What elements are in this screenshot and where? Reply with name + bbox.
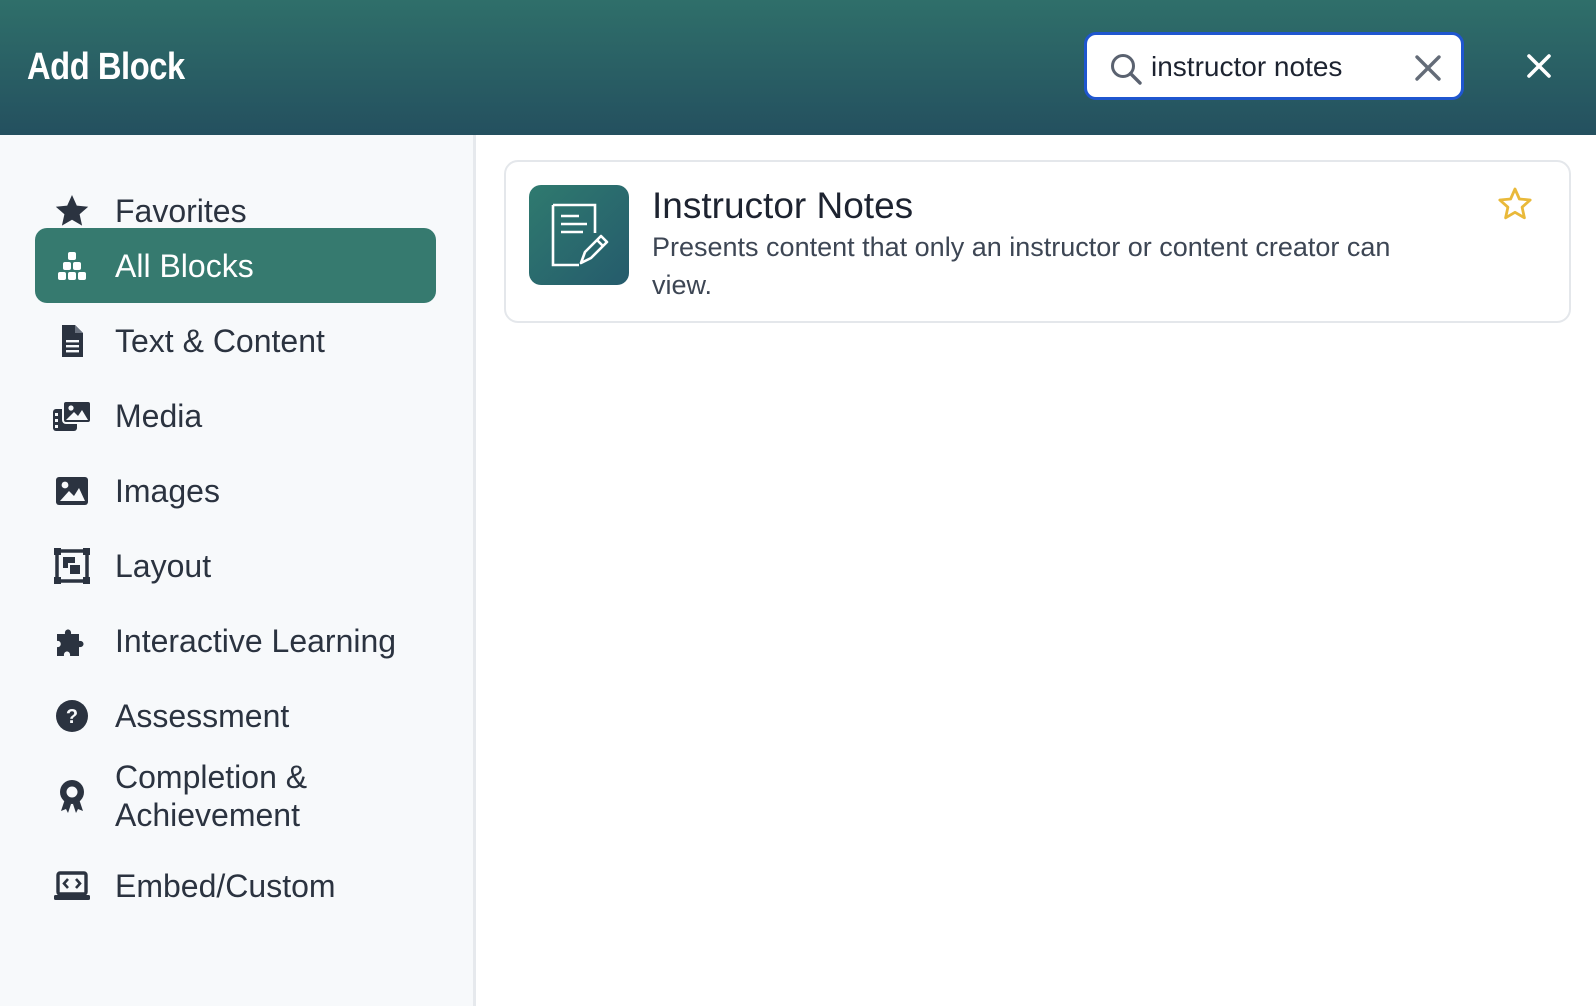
block-title: Instructor Notes [652,185,914,226]
layout-icon [54,548,90,584]
blocks-icon [58,252,86,280]
search-input[interactable] [1151,47,1411,87]
sidebar-item-label: Interactive Learning [115,622,397,659]
block-description: Presents content that only an instructor… [652,232,1391,300]
sidebar-item-label: Media [115,397,203,434]
star-icon [55,195,89,226]
sidebar-item-interactive-learning[interactable]: Interactive Learning [35,603,436,678]
sidebar-item-label: All Blocks [115,247,254,284]
dialog-title: Add Block [27,46,185,88]
clear-search-icon[interactable] [1413,53,1443,83]
sidebar-item-images[interactable]: Images [35,453,436,528]
image-icon [56,477,88,505]
sidebar-item-text-content[interactable]: Text & Content [35,303,436,378]
document-icon [62,325,83,357]
award-icon [60,780,84,813]
puzzle-icon [57,629,84,656]
sidebar-item-embed-custom[interactable]: Embed/Custom [35,848,436,923]
close-dialog-icon[interactable] [1523,50,1555,82]
sidebar-item-label: Images [115,472,220,509]
note-edit-icon [529,185,629,285]
block-card-instructor-notes[interactable]: Instructor Notes Presents content that o… [504,160,1571,323]
sidebar-item-label: Text & Content [115,322,325,359]
sidebar-item-media[interactable]: Media [35,378,436,453]
sidebar-item-assessment[interactable]: ? Assessment [35,678,436,753]
question-icon: ? [56,700,88,732]
sidebar-item-completion-achievement[interactable]: Completion & Achievement [35,753,436,839]
sidebar-item-label: Layout [115,547,212,584]
results-panel: Instructor Notes Presents content that o… [476,135,1596,1006]
favorite-star-icon[interactable] [1497,186,1533,222]
category-sidebar: Favorites All Blocks Text & Content Medi… [0,135,476,1006]
search-icon [1111,54,1142,85]
search-box[interactable] [1084,32,1464,100]
sidebar-item-label: Embed/Custom [115,867,336,904]
code-laptop-icon [54,871,90,900]
sidebar-item-layout[interactable]: Layout [35,528,436,603]
media-icon [53,400,91,431]
svg-text:?: ? [66,706,78,728]
sidebar-item-label: Assessment [115,697,290,734]
dialog-header: Add Block [0,0,1596,135]
sidebar-item-all-blocks[interactable]: All Blocks [35,228,436,303]
sidebar-item-label: Completion & Achievement [115,759,308,833]
